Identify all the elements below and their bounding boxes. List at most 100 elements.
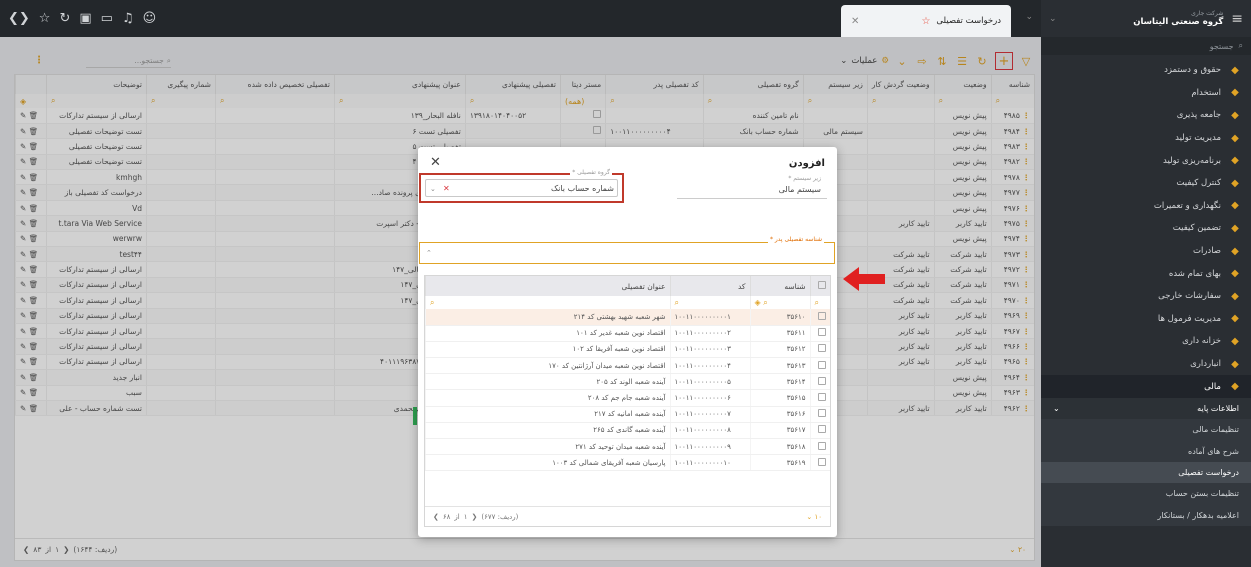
table-row[interactable]: ۳۵۶۱۵ ۱۰۰۱۱۰۰۰۰۰۰۰۰۰۶ آینده شعبه جام جم کد… [425, 389, 830, 407]
sidebar-item[interactable]: ◆ صادرات [1041, 240, 1251, 263]
sidebar-item[interactable]: ◆ مالی [1041, 375, 1251, 398]
filter-search-icon[interactable]: ⌕ ◈ [749, 296, 810, 309]
table-row[interactable]: ۳۵۶۱۷ ۱۰۰۱۱۰۰۰۰۰۰۰۰۰۸ آینده شعبه گاندی کد … [425, 422, 830, 440]
submenu-item[interactable]: درخواست تفصیلی [1041, 461, 1251, 484]
table-row[interactable]: ۳۵۶۱۱ ۱۰۰۱۱۰۰۰۰۰۰۰۰۰۲ اقتصاد نوین شعبه غدی… [425, 325, 830, 342]
sidebar-item[interactable]: ◆ بهای تمام شده [1041, 262, 1251, 285]
table-row[interactable]: ۳۵۶۱۲ ۱۰۰۱۱۰۰۰۰۰۰۰۰۰۳ اقتصاد نوین شعبه آفر… [425, 341, 830, 359]
next-page-icon[interactable]: ❯ [472, 513, 478, 521]
sidebar-item-label: خزانه داری [1182, 336, 1221, 347]
table-row[interactable]: ۳۵۶۱۸ ۱۰۰۱۱۰۰۰۰۰۰۰۰۰۹ آینده شعبه میدان توح… [425, 438, 830, 456]
prev-page-icon[interactable]: ❮ [433, 513, 439, 521]
row-checkbox[interactable] [809, 422, 830, 440]
chevron-down-icon: ⌄ [1053, 404, 1060, 414]
app-logo-icon[interactable]: ❮❯ [8, 11, 30, 26]
bell-icon[interactable]: ♫ [122, 11, 134, 26]
chevron-down-icon[interactable]: ⌄ [430, 185, 436, 193]
table-row[interactable]: ۳۵۶۱۴ ۱۰۰۱۱۰۰۰۰۰۰۰۰۰۵ آینده شعبه الوند کد … [425, 373, 830, 391]
sidebar-item[interactable]: ◆ خزانه داری [1041, 330, 1251, 353]
cell-code: ۱۰۰۱۱۰۰۰۰۰۰۰۰۰۷ [669, 406, 750, 423]
row-checkbox[interactable] [809, 373, 830, 391]
row-checkbox[interactable] [809, 357, 830, 375]
tab-title: درخواست تفصیلی [936, 16, 1001, 26]
row-checkbox[interactable] [809, 325, 830, 342]
wallet-icon: ◆ [1231, 64, 1239, 76]
table-row[interactable]: ۳۵۶۱۳ ۱۰۰۱۱۰۰۰۰۰۰۰۰۰۴ اقتصاد نوین شعبه مید… [425, 357, 830, 375]
sidebar-item[interactable]: ◆ جامعه پذیری [1041, 104, 1251, 127]
column-header[interactable]: شناسه [749, 276, 810, 296]
close-icon[interactable]: ✕ [430, 155, 441, 170]
image-icon[interactable]: ▣ [79, 11, 91, 26]
of-label: از [454, 512, 460, 521]
sidebar-item-label: کنترل کیفیت [1176, 178, 1221, 189]
column-header[interactable]: عنوان تفصیلی [425, 276, 670, 296]
cell-id: ۳۵۶۱۶ [749, 406, 810, 423]
org-switcher[interactable]: شرکت جاری گروه صنعتی الیتاسان [1133, 10, 1223, 27]
table-row[interactable]: ۳۵۶۱۰ ۱۰۰۱۱۰۰۰۰۰۰۰۰۰۱ شهر شعبه شهید بهشتی … [425, 309, 830, 326]
row-checkbox[interactable] [809, 438, 830, 456]
star-icon[interactable]: ☆ [39, 11, 51, 26]
current-page[interactable]: ۱ [464, 513, 468, 521]
tab-request-detail[interactable]: درخواست تفصیلی ☆ ✕ [841, 5, 1011, 37]
sidebar-item[interactable]: ◆ مدیریت تولید [1041, 127, 1251, 150]
browser-toolbar: ❮❯ ☆ ↻ ▣ ▭ ♫ ☺ درخواست تفصیلی ☆ ✕ ⌄ [0, 0, 1041, 37]
favorite-star-icon[interactable]: ☆ [921, 16, 930, 27]
sidebar-search[interactable]: ⌕ جستجو [1041, 37, 1251, 55]
row-checkbox[interactable] [809, 406, 830, 423]
hamburger-icon[interactable]: ≡ [1231, 11, 1243, 27]
subsystem-field[interactable]: زیر سیستم * سیستم مالی [677, 175, 827, 199]
dialog-title: افزودن [788, 158, 825, 169]
cell-code: ۱۰۰۱۱۰۰۰۰۰۰۰۰۰۲ [669, 325, 750, 342]
sidebar-item[interactable]: ◆ برنامه‌ریزی تولید [1041, 149, 1251, 172]
sidebar-item-label: سفارشات خارجی [1158, 291, 1221, 302]
filter-search-icon[interactable]: ⌕ [809, 296, 830, 309]
chevron-up-icon[interactable]: ⌃ [426, 249, 432, 257]
row-checkbox[interactable] [809, 341, 830, 359]
sidebar-item[interactable]: ◆ مدیریت فرمول ها [1041, 308, 1251, 331]
chevron-down-icon[interactable]: ⌄ [1025, 12, 1033, 22]
cell-code: ۱۰۰۱۱۰۰۰۰۰۰۰۰۰۶ [669, 389, 750, 407]
filter-search-icon[interactable]: ⌕ [425, 296, 670, 309]
page-size-select[interactable]: ⌄ ۱۰ [806, 513, 822, 521]
row-checkbox[interactable] [809, 389, 830, 407]
folder-icon[interactable]: ▭ [101, 11, 113, 26]
cell-title: آینده شعبه گاندی کد ۲۶۵ [425, 422, 670, 440]
submenu-item[interactable]: اعلامیه بدهکار / بستانکار [1041, 504, 1251, 525]
column-header[interactable]: کد [669, 276, 750, 296]
filter-search-icon[interactable]: ⌕ [669, 296, 750, 309]
subsystem-label: زیر سیستم * [788, 175, 821, 182]
row-checkbox[interactable] [809, 309, 830, 326]
close-tab-icon[interactable]: ✕ [851, 16, 859, 27]
submenu-item[interactable]: تنظیمات مالی [1041, 419, 1251, 440]
submenu-item[interactable]: تنظیمات بستن حساب [1041, 483, 1251, 504]
sidebar-item[interactable]: ◆ انبارداری [1041, 353, 1251, 376]
sidebar-item[interactable]: ◆ تضمین کیفیت [1041, 217, 1251, 240]
sidebar-item[interactable]: ◆ کنترل کیفیت [1041, 172, 1251, 195]
submenu-header[interactable]: اطلاعات پایه ⌄ [1041, 397, 1251, 420]
sidebar-item[interactable]: ◆ حقوق و دستمزد [1041, 59, 1251, 82]
cell-title: اقتصاد نوین شعبه غدیر کد ۱۰۱ [425, 325, 670, 342]
parent-detail-field[interactable]: شناسه تفصیلی پدر * ⌃ [419, 236, 835, 264]
sidebar-item[interactable]: ◆ سفارشات خارجی [1041, 285, 1251, 308]
warehouse-icon: ◆ [1231, 358, 1239, 370]
sidebar-item-label: نگهداری و تعمیرات [1153, 200, 1221, 211]
detail-group-value: شماره حساب بانک [550, 184, 614, 193]
sidebar-item[interactable]: ◆ نگهداری و تعمیرات [1041, 195, 1251, 218]
table-row[interactable]: ۳۵۶۱۶ ۱۰۰۱۱۰۰۰۰۰۰۰۰۰۷ آینده شعبه امانیه کد… [425, 406, 830, 423]
globe-icon: ◆ [1231, 245, 1239, 257]
select-all-checkbox[interactable] [809, 276, 830, 296]
clear-icon[interactable]: ✕ [443, 184, 450, 193]
sidebar-item[interactable]: ◆ استخدام [1041, 82, 1251, 105]
detail-group-field[interactable]: گروه تفصیلی * شماره حساب بانک ✕ ⌄ [419, 169, 624, 203]
cell-id: ۳۵۶۱۹ [749, 454, 810, 472]
user-icon[interactable]: ☺ [143, 11, 157, 26]
sidebar-item-label: استخدام [1191, 87, 1221, 98]
total-pages: ۶۸ [442, 512, 451, 521]
refresh-icon[interactable]: ↻ [59, 11, 70, 26]
cell-id: ۳۵۶۱۲ [749, 341, 810, 359]
sidebar-item-label: جامعه پذیری [1176, 110, 1221, 121]
row-checkbox[interactable] [809, 454, 830, 472]
table-row[interactable]: ۳۵۶۱۹ ۱۰۰۱۱۰۰۰۰۰۰۰۰۱۰ پارسیان شعبه آفریقای… [425, 454, 830, 472]
org-chevron-icon[interactable]: ⌄ [1049, 14, 1057, 24]
submenu-item[interactable]: شرح های آماده [1041, 441, 1251, 462]
